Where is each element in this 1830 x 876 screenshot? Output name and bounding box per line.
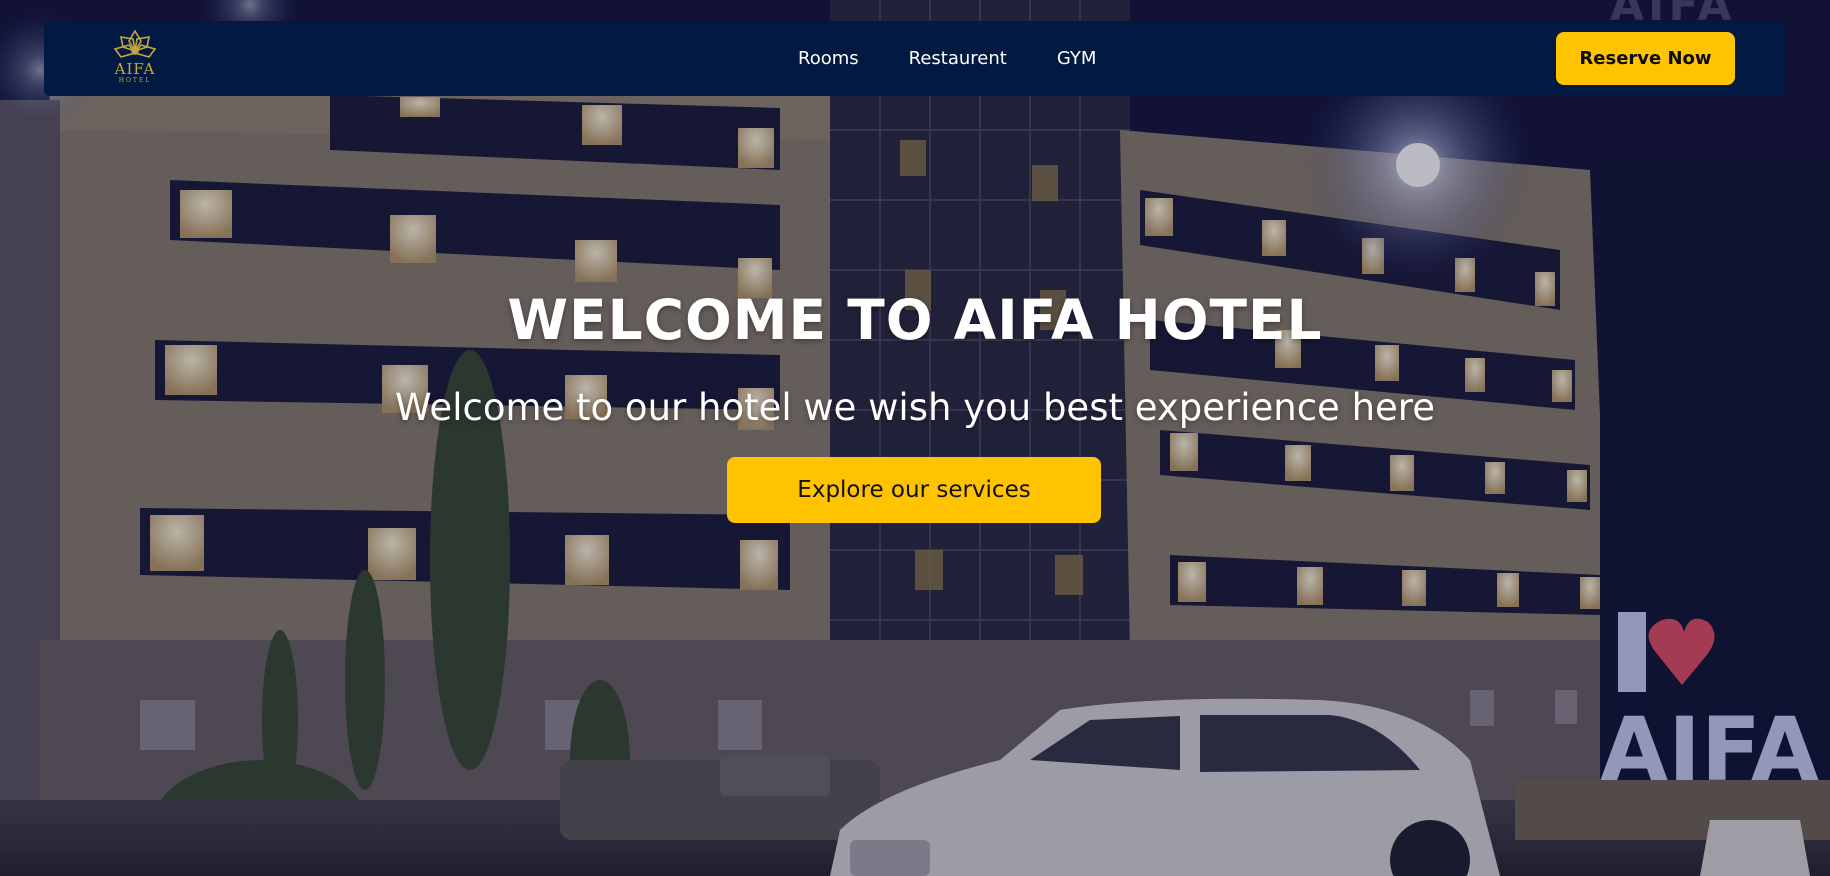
nav-link-gym[interactable]: GYM xyxy=(1057,48,1097,69)
navbar: AIFA HOTEL Rooms Restaurent GYM Reserve … xyxy=(44,21,1785,96)
nav-links: Rooms Restaurent GYM xyxy=(798,21,1146,96)
explore-services-button[interactable]: Explore our services xyxy=(727,457,1101,523)
lotus-icon xyxy=(113,29,157,58)
hero-title: WELCOME TO AIFA HOTEL xyxy=(507,288,1323,352)
brand-logo[interactable]: AIFA HOTEL xyxy=(106,29,164,91)
hero-subtitle: Welcome to our hotel we wish you best ex… xyxy=(395,386,1435,429)
nav-link-restaurant[interactable]: Restaurent xyxy=(909,48,1007,69)
hero-section: AIFA AIFA AIFA HOTEL Rooms Restaurent GY… xyxy=(0,0,1830,876)
background-dim-overlay xyxy=(0,0,1830,876)
nav-link-rooms[interactable]: Rooms xyxy=(798,48,859,69)
reserve-now-button[interactable]: Reserve Now xyxy=(1556,32,1735,85)
brand-name: AIFA xyxy=(114,60,156,78)
brand-tagline: HOTEL xyxy=(118,77,152,84)
